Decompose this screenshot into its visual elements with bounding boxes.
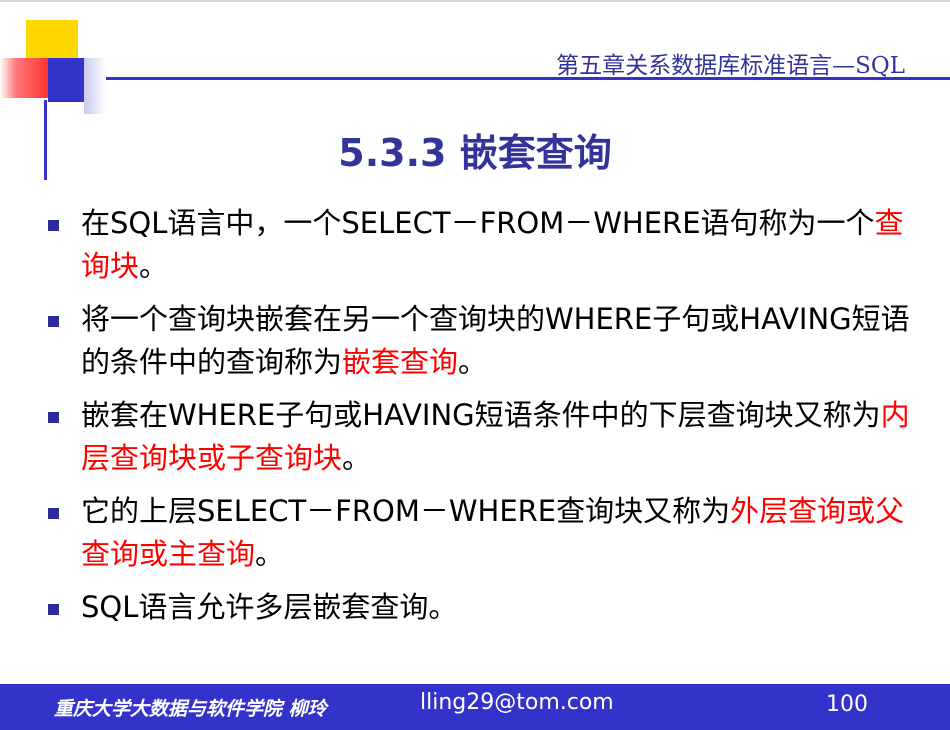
page-number: 100 — [826, 692, 868, 717]
decor-fade-square — [84, 58, 106, 114]
decor-red-square — [0, 58, 52, 98]
bullet-item: 它的上层SELECT－FROM－WHERE查询块又称为外层查询或父查询或主查询。 — [40, 490, 920, 576]
bullet-text: 。 — [255, 537, 285, 571]
footer-bar: 重庆大学大数据与软件学院 柳玲 lling29@tom.com 100 — [0, 684, 950, 730]
bullet-text: 它的上层SELECT－FROM－WHERE查询块又称为 — [81, 494, 731, 528]
bullet-text: 在SQL语言中，一个SELECT－FROM－WHERE语句称为一个 — [81, 206, 875, 240]
bullet-highlight: 嵌套查询 — [342, 345, 459, 379]
square-bullet-icon — [48, 604, 59, 615]
bullet-text: 嵌套在WHERE子句或HAVING短语条件中的下层查询块又称为 — [81, 398, 881, 432]
top-edge-line — [0, 0, 950, 2]
square-bullet-icon — [48, 508, 59, 519]
bullet-text: 。 — [458, 345, 488, 379]
bullet-item: 嵌套在WHERE子句或HAVING短语条件中的下层查询块又称为内层查询块或子查询… — [40, 394, 920, 480]
square-bullet-icon — [48, 316, 59, 327]
decor-blue-square — [48, 58, 88, 102]
bullet-item: SQL语言允许多层嵌套查询。 — [40, 586, 920, 629]
slide-title: 5.3.3 嵌套查询 — [338, 131, 612, 175]
footer-email: lling29@tom.com — [420, 690, 614, 715]
bullet-text: 将一个查询块嵌套在另一个查询块的WHERE子句或HAVING短语的条件中的查询称… — [81, 302, 910, 379]
chapter-title: 第五章关系数据库标准语言—SQL — [556, 53, 905, 79]
bullet-list: 在SQL语言中，一个SELECT－FROM－WHERE语句称为一个查询块。 将一… — [40, 202, 920, 639]
square-bullet-icon — [48, 412, 59, 423]
bullet-text: 。 — [139, 249, 169, 283]
bullet-item: 在SQL语言中，一个SELECT－FROM－WHERE语句称为一个查询块。 — [40, 202, 920, 288]
footer-school: 重庆大学大数据与软件学院 柳玲 — [54, 698, 327, 720]
bullet-text: SQL语言允许多层嵌套查询。 — [81, 590, 458, 624]
square-bullet-icon — [48, 220, 59, 231]
bullet-text: 。 — [342, 441, 372, 475]
bullet-item: 将一个查询块嵌套在另一个查询块的WHERE子句或HAVING短语的条件中的查询称… — [40, 298, 920, 384]
